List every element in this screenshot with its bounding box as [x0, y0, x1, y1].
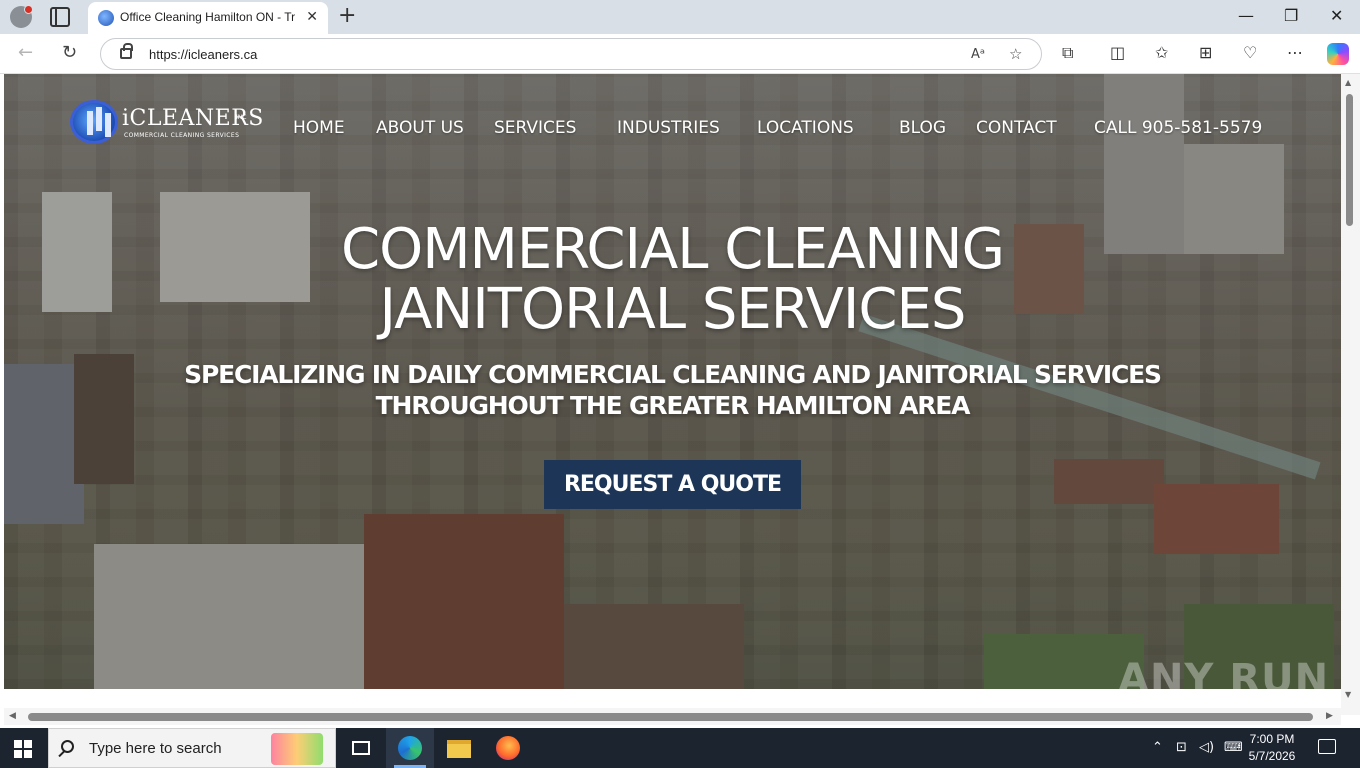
nav-about-us[interactable]: ABOUT US [376, 118, 464, 138]
tab-close-icon[interactable]: ✕ [306, 9, 318, 25]
task-view-icon[interactable] [337, 728, 385, 768]
logo-tagline: COMMERCIAL CLEANING SERVICES [124, 132, 240, 139]
collections-icon[interactable]: ⊞ [1199, 43, 1212, 62]
split-screen-icon[interactable]: ◫ [1110, 43, 1125, 62]
clock-date: 5/7/2026 [1248, 749, 1296, 763]
search-icon [61, 740, 74, 753]
hero-subtitle-line1: SPECIALIZING IN DAILY COMMERCIAL CLEANIN… [184, 360, 1162, 389]
logo-globe-icon [70, 100, 118, 144]
site-logo[interactable]: iCLEANERS INC COMMERCIAL CLEANING SERVIC… [70, 100, 263, 146]
hero-title-line2: JANITORIAL SERVICES [379, 277, 967, 342]
taskbar-search-box[interactable]: Type here to search [48, 728, 336, 768]
more-menu-icon[interactable]: ⋯ [1287, 43, 1303, 62]
windows-taskbar: Type here to search ⌃ ⊡ ◁) ⌨ 7:00 PM 5/7… [0, 728, 1360, 768]
close-window-button[interactable]: ✕ [1330, 6, 1343, 25]
notification-center-icon[interactable] [1318, 739, 1336, 754]
tray-overflow-icon[interactable]: ⌃ [1152, 740, 1163, 755]
extensions-icon[interactable]: ⧉ [1062, 43, 1073, 63]
clock-time: 7:00 PM [1249, 732, 1295, 746]
favorite-star-icon[interactable]: ☆ [1009, 45, 1022, 63]
network-icon[interactable]: ⊡ [1176, 740, 1187, 755]
profile-avatar-icon[interactable] [10, 5, 33, 28]
taskbar-clock[interactable]: 7:00 PM 5/7/2026 [1240, 731, 1304, 765]
nav-services[interactable]: SERVICES [494, 118, 576, 138]
vertical-scroll-thumb[interactable] [1346, 94, 1353, 226]
vertical-scrollbar[interactable]: ▲ ▼ [1341, 74, 1360, 715]
site-favicon-icon [98, 10, 114, 26]
nav-industries[interactable]: INDUSTRIES [617, 118, 720, 138]
horizontal-scrollbar[interactable]: ◀ ▶ [4, 708, 1341, 725]
scroll-down-icon[interactable]: ▼ [1345, 690, 1351, 699]
search-placeholder: Type here to search [89, 740, 222, 757]
anyrun-watermark: ANY RUN [1118, 656, 1330, 689]
volume-icon[interactable]: ◁) [1199, 740, 1214, 755]
scroll-right-icon[interactable]: ▶ [1326, 711, 1333, 721]
tab-title: Office Cleaning Hamilton ON - Tr [120, 10, 296, 24]
new-tab-button[interactable]: + [338, 3, 356, 28]
read-aloud-icon[interactable]: Aᵃ [971, 47, 985, 62]
search-highlight-icon [271, 733, 323, 765]
taskbar-edge-icon[interactable] [386, 728, 434, 768]
nav-call-phone[interactable]: CALL 905-581-5579 [1094, 118, 1262, 138]
browser-tab-strip: Office Cleaning Hamilton ON - Tr ✕ + — ❐… [0, 0, 1360, 34]
scroll-left-icon[interactable]: ◀ [9, 711, 16, 721]
browser-tab-active[interactable]: Office Cleaning Hamilton ON - Tr ✕ [88, 2, 328, 34]
address-bar[interactable]: https://icleaners.ca Aᵃ ☆ [100, 38, 1042, 70]
minimize-button[interactable]: — [1238, 6, 1254, 25]
nav-locations[interactable]: LOCATIONS [757, 118, 854, 138]
page-viewport: iCLEANERS INC COMMERCIAL CLEANING SERVIC… [4, 74, 1341, 689]
taskbar-file-explorer-icon[interactable] [435, 728, 483, 768]
nav-home[interactable]: HOME [293, 118, 345, 138]
lock-icon[interactable] [120, 43, 133, 59]
browser-toolbar: ← ↻ https://icleaners.ca Aᵃ ☆ ⧉ ◫ ✩ ⊞ ♡ … [0, 34, 1360, 74]
hero-title-line1: COMMERCIAL CLEANING [341, 217, 1005, 282]
back-arrow-icon[interactable]: ← [18, 42, 33, 63]
restore-button[interactable]: ❐ [1284, 6, 1298, 25]
url-text[interactable]: https://icleaners.ca [149, 47, 257, 62]
taskbar-firefox-icon[interactable] [484, 728, 532, 768]
nav-contact[interactable]: CONTACT [976, 118, 1057, 138]
hero-subtitle-line2: THROUGHOUT THE GREATER HAMILTON AREA [375, 391, 971, 420]
logo-inc: INC [236, 114, 247, 121]
browser-essentials-icon[interactable]: ♡ [1243, 43, 1257, 62]
favorites-icon[interactable]: ✩ [1155, 43, 1168, 62]
tab-actions-icon[interactable] [50, 7, 70, 27]
horizontal-scroll-thumb[interactable] [28, 713, 1313, 721]
nav-blog[interactable]: BLOG [899, 118, 946, 138]
copilot-icon[interactable] [1327, 43, 1349, 65]
request-quote-button[interactable]: REQUEST A QUOTE [544, 460, 801, 509]
scroll-up-icon[interactable]: ▲ [1345, 78, 1351, 87]
windows-start-icon[interactable] [14, 740, 32, 758]
refresh-icon[interactable]: ↻ [62, 42, 77, 63]
